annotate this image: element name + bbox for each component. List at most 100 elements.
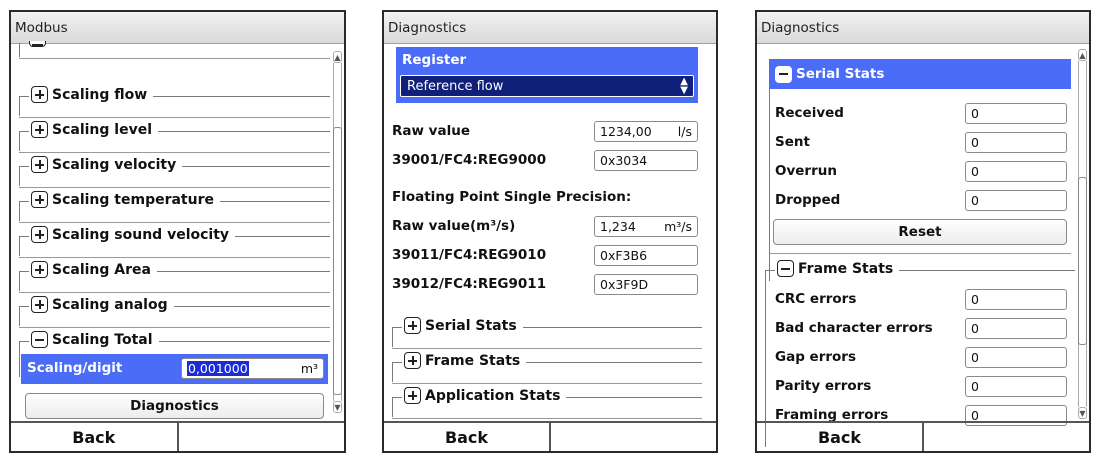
scroll-down-icon[interactable]: ▼ — [333, 401, 342, 413]
diagnostics-panel-2: Diagnostics Serial Stats Received 0 Sent… — [755, 10, 1091, 453]
bad-character-errors-field[interactable]: 0 — [965, 318, 1067, 339]
group-label: Scaling velocity — [52, 156, 177, 173]
register-select-value: Reference flow — [407, 79, 504, 94]
reg9000-value: 0x3034 — [600, 153, 648, 168]
dropped-field[interactable]: 0 — [965, 190, 1067, 211]
plus-icon[interactable] — [404, 317, 421, 334]
panel-title: Diagnostics — [757, 12, 1089, 44]
group-application-stats[interactable]: Application Stats — [392, 384, 702, 419]
scroll-down-icon[interactable]: ▼ — [1078, 407, 1087, 419]
plus-icon[interactable] — [31, 191, 48, 208]
plus-icon[interactable] — [31, 261, 48, 278]
scrollbar[interactable]: ▲ ▼ — [333, 51, 342, 413]
raw-value-m3-label: Raw value(m³/s) — [392, 218, 516, 234]
scaling-digit-label: Scaling/digit — [27, 360, 123, 376]
back-button[interactable]: Back — [11, 423, 177, 451]
stat-value: 0 — [971, 164, 979, 179]
raw-value-m3-field[interactable]: 1,234 m³/s — [594, 216, 698, 237]
diagnostics-panel-1: Diagnostics Register Reference flow ▲ ▼ R… — [382, 10, 718, 453]
modbus-panel: Modbus Scaling flow Scaling level Scalin… — [9, 10, 346, 453]
softkey-empty[interactable] — [922, 423, 1089, 451]
group-scaling-temperature[interactable]: Scaling temperature — [19, 188, 330, 223]
raw-value-field[interactable]: 1234,00 l/s — [594, 121, 698, 142]
stat-label: Gap errors — [775, 349, 856, 365]
diagnostics-button[interactable]: Diagnostics — [25, 393, 324, 419]
stat-label: Overrun — [775, 163, 837, 179]
reg9011-field[interactable]: 0x3F9D — [594, 274, 698, 295]
group-label: Scaling sound velocity — [52, 226, 230, 243]
plus-icon[interactable] — [31, 156, 48, 173]
softkey-empty[interactable] — [549, 423, 716, 451]
sent-field[interactable]: 0 — [965, 132, 1067, 153]
overrun-field[interactable]: 0 — [965, 161, 1067, 182]
scroll-thumb[interactable] — [333, 127, 342, 395]
stat-value: 0 — [971, 321, 979, 336]
minus-icon[interactable] — [31, 331, 48, 348]
scaling-digit-unit: m³ — [300, 361, 318, 376]
group-scaling-analog[interactable]: Scaling analog — [19, 293, 330, 328]
softkey-bar: Back — [757, 421, 1089, 451]
scaling-digit-row[interactable]: Scaling/digit 0,001000 m³ — [21, 354, 328, 384]
scaling-digit-field[interactable]: 0,001000 m³ — [181, 358, 324, 379]
group-scaling-flow[interactable]: Scaling flow — [19, 83, 330, 118]
plus-icon[interactable] — [31, 121, 48, 138]
group-scaling-area[interactable]: Scaling Area — [19, 258, 330, 293]
scroll-up-icon[interactable]: ▲ — [333, 51, 342, 63]
plus-icon[interactable] — [31, 226, 48, 243]
serial-stats-header[interactable]: Serial Stats — [769, 59, 1071, 89]
stat-value: 0 — [971, 106, 979, 121]
register-select[interactable]: Reference flow ▲ ▼ — [400, 75, 694, 97]
register-label: Register — [402, 52, 467, 68]
plus-icon[interactable] — [404, 387, 421, 404]
reset-button[interactable]: Reset — [773, 219, 1067, 245]
received-field[interactable]: 0 — [965, 103, 1067, 124]
minus-icon[interactable] — [777, 260, 794, 277]
group-scaling-sound-velocity[interactable]: Scaling sound velocity — [19, 223, 330, 258]
softkey-empty[interactable] — [176, 423, 345, 451]
softkey-bar: Back — [11, 421, 344, 451]
stat-value: 0 — [971, 193, 979, 208]
stat-label: CRC errors — [775, 291, 857, 307]
group-label: Scaling analog — [52, 296, 168, 313]
scroll-thumb[interactable] — [1078, 177, 1087, 345]
reg9010-label: 39011/FC4:REG9010 — [392, 247, 547, 263]
group-frame-stats[interactable]: Frame Stats — [392, 349, 702, 384]
raw-value-m3-unit: m³/s — [664, 219, 692, 234]
panel-title: Diagnostics — [384, 12, 716, 44]
raw-value-m3: 1,234 — [600, 219, 636, 234]
softkey-bar: Back — [384, 421, 716, 451]
reg9011-label: 39012/FC4:REG9011 — [392, 276, 547, 292]
stat-value: 0 — [971, 379, 979, 394]
back-button[interactable]: Back — [757, 423, 922, 451]
reg9000-field[interactable]: 0x3034 — [594, 150, 698, 171]
scrollbar[interactable]: ▲ ▼ — [1078, 49, 1087, 419]
reg9010-field[interactable]: 0xF3B6 — [594, 245, 698, 266]
back-button[interactable]: Back — [384, 423, 549, 451]
reg9010-value: 0xF3B6 — [600, 248, 648, 263]
scroll-up-icon[interactable]: ▲ — [1078, 49, 1087, 61]
raw-value-label: Raw value — [392, 123, 470, 139]
group-label: Scaling level — [52, 121, 153, 138]
parity-errors-field[interactable]: 0 — [965, 376, 1067, 397]
gap-errors-field[interactable]: 0 — [965, 347, 1067, 368]
minus-icon[interactable] — [775, 65, 792, 83]
group-scaling-level[interactable]: Scaling level — [19, 118, 330, 153]
register-block[interactable]: Register Reference flow ▲ ▼ — [396, 47, 698, 103]
stat-label: Bad character errors — [775, 320, 933, 336]
stat-label: Sent — [775, 134, 810, 150]
plus-icon[interactable] — [404, 352, 421, 369]
group-scaling-velocity[interactable]: Scaling velocity — [19, 153, 330, 188]
scaling-digit-value: 0,001000 — [187, 361, 249, 376]
group-label: Serial Stats — [425, 317, 517, 334]
raw-value-unit: l/s — [677, 124, 692, 139]
stat-value: 0 — [971, 292, 979, 307]
group-serial-stats[interactable]: Serial Stats — [392, 314, 702, 349]
plus-icon[interactable] — [31, 296, 48, 313]
raw-value: 1234,00 — [600, 124, 652, 139]
reg9000-label: 39001/FC4:REG9000 — [392, 152, 547, 168]
plus-icon[interactable] — [31, 86, 48, 103]
crc-errors-field[interactable]: 0 — [965, 289, 1067, 310]
group-label: Scaling Area — [52, 261, 151, 278]
updown-arrows-icon[interactable]: ▲ ▼ — [680, 77, 688, 96]
panel-title: Modbus — [11, 12, 344, 44]
